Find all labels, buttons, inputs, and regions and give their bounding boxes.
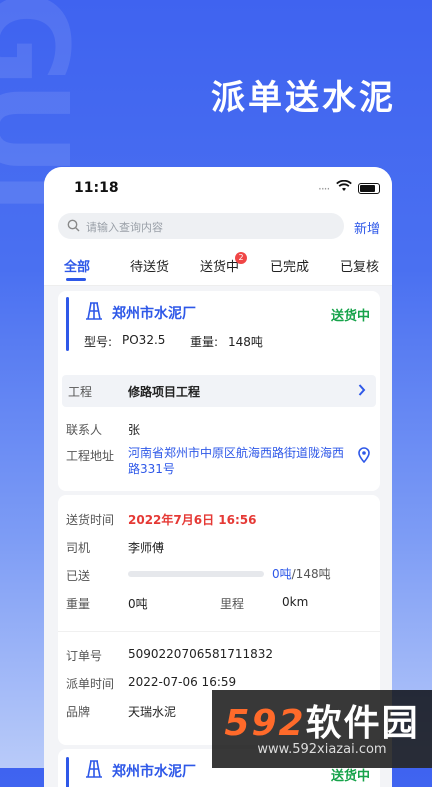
- weight-value: 148吨: [228, 335, 263, 349]
- chevron-right-icon: [358, 384, 366, 396]
- tab-delivering-label: 送货中: [200, 260, 240, 275]
- driver-value: 李师傅: [128, 541, 165, 555]
- search-input[interactable]: [84, 213, 338, 241]
- dispatch-time-label: 派单时间: [66, 677, 115, 691]
- factory-name: 郑州市水泥厂: [112, 306, 196, 322]
- divider: [58, 631, 380, 632]
- project-label: 工程: [68, 385, 93, 399]
- factory-icon: [86, 302, 102, 320]
- search-box[interactable]: [58, 213, 344, 241]
- driver-label: 司机: [66, 541, 91, 555]
- address-value[interactable]: 河南省郑州市中原区航海西路街道陇海西路331号: [128, 445, 354, 477]
- order-no-value: 5090220706581711832: [128, 647, 274, 661]
- wifi-icon: [336, 180, 352, 191]
- brand-value: 天瑞水泥: [128, 705, 177, 719]
- tab-delivering[interactable]: 送货中 2: [200, 252, 248, 275]
- progress-text: 0吨/148吨: [272, 565, 331, 582]
- brand-label: 品牌: [66, 705, 91, 719]
- order-no-label: 订单号: [66, 649, 103, 663]
- project-name: 修路项目工程: [128, 385, 201, 399]
- status-tabs: 全部 待送货 送货中 2 已完成 已复核: [44, 245, 392, 286]
- sent-value: 0吨: [272, 567, 292, 581]
- signal-dots-icon: ····: [318, 182, 330, 196]
- model-label: 型号:: [84, 335, 113, 349]
- delivery-progress-bar: [128, 571, 264, 577]
- order-card[interactable]: 郑州市水泥厂 送货中 型号: PO32.5 重量: 148吨 工程 修路项目工程…: [58, 291, 380, 491]
- add-button[interactable]: 新增: [354, 218, 380, 237]
- search-row: 新增: [44, 209, 392, 245]
- model-value: PO32.5: [122, 333, 166, 347]
- hero-title: 派单送水泥: [211, 78, 396, 118]
- location-pin-icon[interactable]: [358, 447, 370, 463]
- battery-icon: [358, 183, 380, 194]
- tab-completed[interactable]: 已完成: [270, 256, 309, 275]
- status-badge: 送货中: [330, 309, 370, 324]
- site-logo: 592软件园: [212, 694, 432, 746]
- mileage-label: 里程: [220, 597, 245, 611]
- sent-label: 已送: [66, 569, 91, 583]
- delivery-time-label: 送货时间: [66, 513, 115, 527]
- sent-total: /148吨: [291, 567, 331, 581]
- mileage-value: 0km: [282, 595, 309, 609]
- search-icon: [67, 219, 80, 232]
- site-logo-number: 592: [224, 703, 306, 744]
- delivery-time-value: 2022年7月6日 16:56: [128, 513, 257, 527]
- contact-value: 张: [128, 423, 141, 437]
- factory-icon: [86, 760, 102, 778]
- weight2-label: 重量: [66, 597, 91, 611]
- active-tab-indicator: [66, 278, 86, 281]
- site-url: www.592xiazai.com: [257, 742, 387, 757]
- tab-pending[interactable]: 待送货: [130, 256, 169, 275]
- accent-bar: [66, 757, 69, 787]
- status-bar: 11:18 ····: [44, 167, 392, 209]
- accent-bar: [66, 297, 69, 351]
- site-watermark: 592软件园 www.592xiazai.com: [212, 690, 432, 768]
- tab-all[interactable]: 全部: [64, 256, 90, 275]
- project-row[interactable]: 工程 修路项目工程: [62, 375, 376, 407]
- site-logo-text: 软件园: [305, 703, 420, 744]
- factory-name: 郑州市水泥厂: [112, 764, 196, 780]
- weight2-value: 0吨: [128, 597, 148, 611]
- dispatch-time-value: 2022-07-06 16:59: [128, 675, 237, 689]
- address-label: 工程地址: [66, 449, 115, 463]
- tab-reviewed[interactable]: 已复核: [340, 256, 379, 275]
- contact-label: 联系人: [66, 423, 103, 437]
- status-time: 11:18: [74, 180, 119, 196]
- tab-badge: 2: [235, 252, 248, 264]
- weight-label: 重量:: [190, 335, 219, 349]
